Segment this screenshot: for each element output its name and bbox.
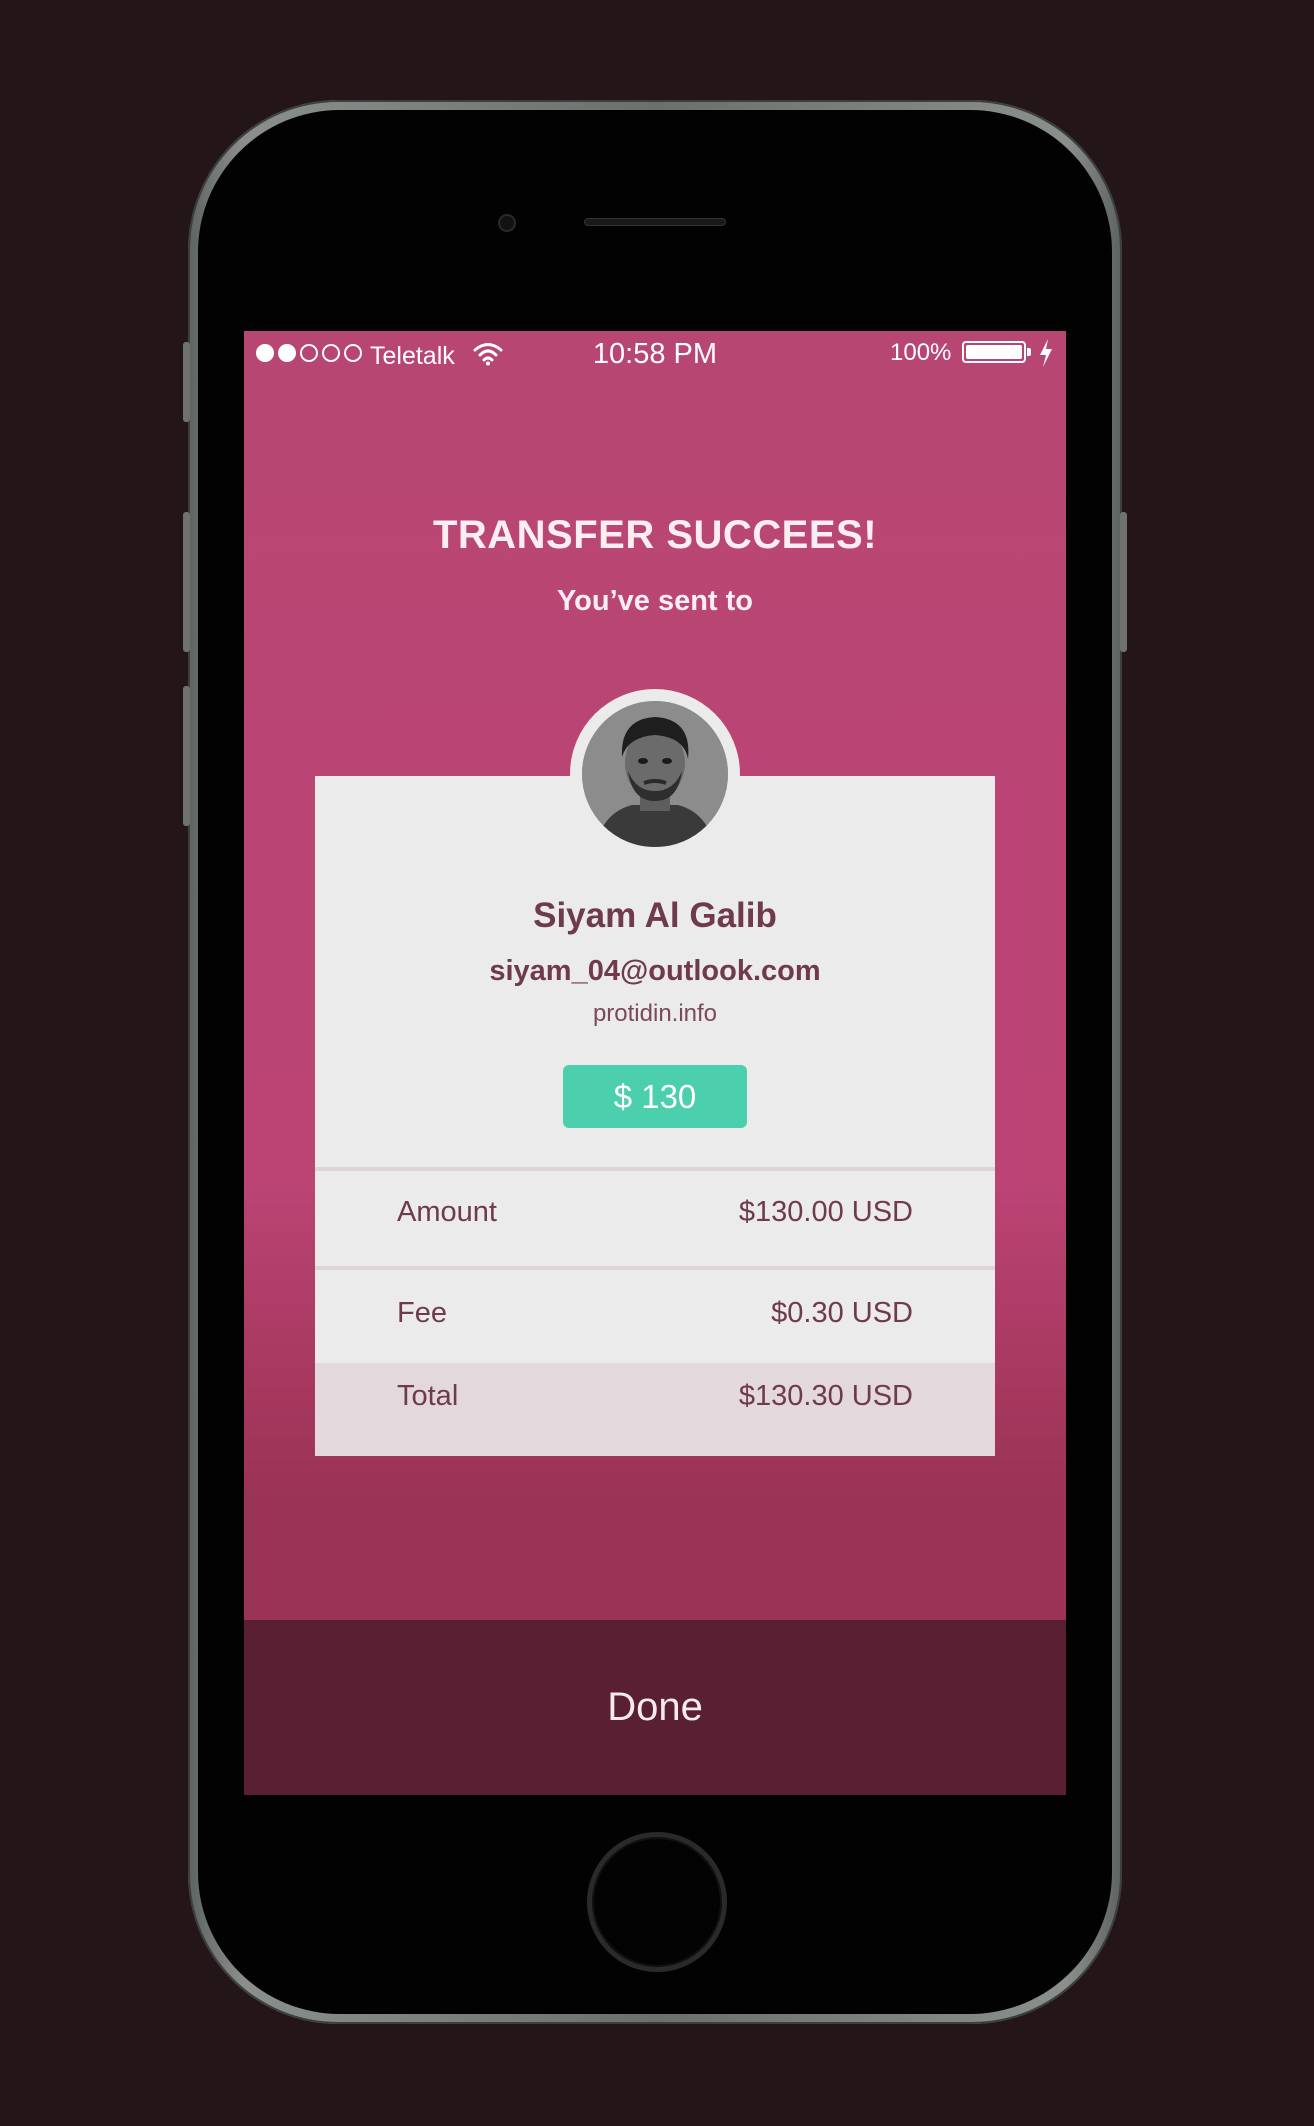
fee-value: $0.30 USD [771,1297,913,1329]
battery-icon [962,341,1031,363]
volume-up-button [183,512,190,652]
recipient-email: siyam_04@outlook.com [489,955,821,987]
recipient-website: protidin.info [592,1000,718,1027]
total-label: Total [397,1380,459,1412]
earpiece-speaker [584,218,726,226]
transfer-success-screen: Teletalk 10:58 PM 100% TRANSFER SUCCEES!… [244,331,1066,1795]
recipient-name: Siyam Al Galib [533,896,777,935]
power-button [1120,512,1127,652]
avatar [582,701,728,847]
volume-down-button [183,686,190,826]
battery-percentage: 100% [890,339,952,366]
status-bar: Teletalk 10:58 PM 100% [244,331,1066,379]
amount-label: Amount [397,1196,497,1228]
page-subtitle: You’ve sent to [556,585,754,617]
amount-value: $130.00 USD [738,1196,913,1228]
amount-badge: $ 130 [563,1065,747,1128]
fee-label: Fee [397,1297,447,1329]
front-camera [498,214,516,232]
avatar-photo [582,701,728,847]
page-title: TRANSFER SUCCEES! [432,513,878,557]
mute-switch [183,342,190,422]
summary-divider [315,1266,995,1270]
done-button[interactable]: Done [244,1620,1066,1795]
charging-bolt-icon [1040,339,1052,367]
summary-divider [315,1167,995,1171]
home-button[interactable] [587,1832,727,1972]
total-value: $130.30 USD [738,1380,913,1412]
